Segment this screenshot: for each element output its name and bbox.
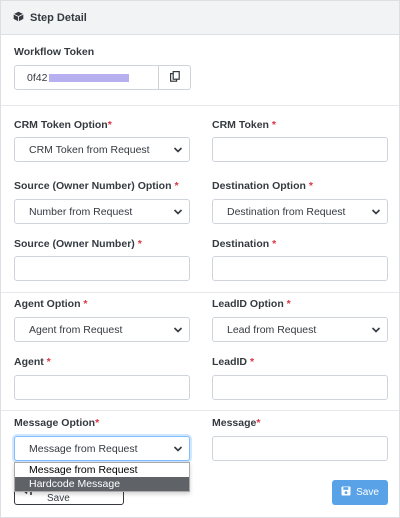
chevron-down-icon [173,327,183,333]
message-option-dropdown: Message from Request Hardcode Message [14,462,190,492]
token-redaction-mask [49,73,130,82]
message-input[interactable] [212,436,388,461]
workflow-token-field[interactable]: 0f42 [14,65,159,90]
workflow-token-value: 0f42 [27,71,48,84]
destination-option-label: Destination Option * [212,180,313,192]
crm-token-input[interactable] [212,137,388,162]
agent-option-label: Agent Option * [14,298,88,310]
chevron-down-icon [371,327,381,333]
destination-option-select[interactable]: Destination from Request [212,199,388,224]
chevron-down-icon [371,209,381,215]
section-divider [1,105,399,106]
step-detail-card: Step Detail Workflow Token 0f42 CRM Toke… [0,0,400,518]
chevron-down-icon [173,147,183,153]
source-label: Source (Owner Number) * [14,238,142,250]
crm-token-option-select[interactable]: CRM Token from Request [14,137,190,162]
leadid-input[interactable] [212,375,388,400]
message-option-label: Message Option* [14,417,100,429]
card-header: Step Detail [1,1,399,35]
agent-input[interactable] [14,375,190,400]
dropdown-option[interactable]: Message from Request [15,463,189,477]
message-option-select[interactable]: Message from Request [14,436,190,461]
destination-input[interactable] [212,256,388,281]
leadid-option-select[interactable]: Lead from Request [212,317,388,342]
section-divider [1,292,399,293]
floppy-disk-icon [341,486,351,499]
copy-token-button[interactable] [158,65,191,90]
cube-icon [13,11,24,25]
chevron-down-icon [173,209,183,215]
crm-token-label: CRM Token * [212,119,276,131]
chevron-down-icon [173,446,183,452]
source-option-select[interactable]: Number from Request [14,199,190,224]
save-button[interactable]: Save [332,480,388,505]
source-option-label: Source (Owner Number) Option * [14,180,179,192]
agent-label: Agent * [14,356,51,368]
source-input[interactable] [14,256,190,281]
crm-token-option-label: CRM Token Option* [14,119,112,131]
card-title: Step Detail [30,11,87,24]
section-divider [1,410,399,411]
dropdown-option-highlighted[interactable]: Hardcode Message [15,477,189,491]
leadid-option-label: LeadID Option * [212,298,291,310]
workflow-token-label: Workflow Token [14,46,95,58]
destination-label: Destination * [212,238,277,250]
workflow-token-group: 0f42 [14,65,191,90]
leadid-label: LeadID * [212,356,255,368]
agent-option-select[interactable]: Agent from Request [14,317,190,342]
message-label: Message* [212,417,261,429]
copy-icon [169,70,180,85]
